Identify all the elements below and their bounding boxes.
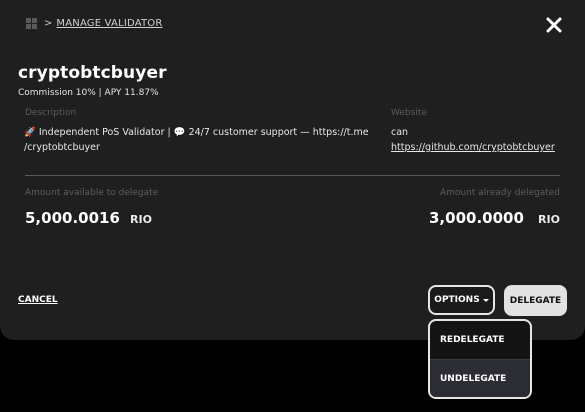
website-line: can — [391, 127, 409, 138]
divider — [25, 175, 560, 176]
website-value: can https://github.com/cryptobtcbuyer — [391, 125, 555, 155]
delegated-amount: 3,000.0000 — [429, 209, 524, 227]
manage-validator-modal: > MANAGE VALIDATOR cryptobtcbuyer Commis… — [0, 0, 585, 340]
delegated-unit: RIO — [538, 213, 560, 226]
website-label: Website — [391, 108, 427, 118]
delegate-button[interactable]: DELEGATE — [504, 285, 567, 316]
breadcrumb-separator: > — [44, 18, 53, 29]
available-unit: RIO — [130, 213, 152, 226]
commission-apy: Commission 10% | APY 11.87% — [18, 88, 159, 98]
dropdown-item-redelegate[interactable]: REDELEGATE — [430, 321, 530, 359]
options-dropdown: REDELEGATE UNDELEGATE — [428, 319, 532, 399]
breadcrumb-link-manage-validator[interactable]: MANAGE VALIDATOR — [56, 18, 162, 29]
description-text: 🚀 Independent PoS Validator | 💬 24/7 cus… — [24, 127, 369, 153]
options-button[interactable]: OPTIONS — [428, 285, 495, 315]
dropdown-item-undelegate[interactable]: UNDELEGATE — [430, 359, 530, 397]
available-amount: 5,000.0016 — [25, 209, 120, 227]
description-label: Description — [25, 108, 77, 118]
website-link[interactable]: https://github.com/cryptobtcbuyer — [391, 142, 555, 153]
validator-name: cryptobtcbuyer — [18, 63, 167, 83]
breadcrumb: > MANAGE VALIDATOR — [26, 18, 163, 29]
caret-down-icon — [482, 298, 489, 302]
available-label: Amount available to delegate — [25, 188, 159, 198]
options-label: OPTIONS — [434, 295, 480, 305]
grid-icon — [26, 18, 37, 29]
cancel-button[interactable]: CANCEL — [18, 295, 58, 305]
page: > MANAGE VALIDATOR cryptobtcbuyer Commis… — [0, 0, 585, 412]
delegated-label: Amount already delegated — [440, 188, 560, 198]
close-icon[interactable] — [545, 16, 563, 34]
